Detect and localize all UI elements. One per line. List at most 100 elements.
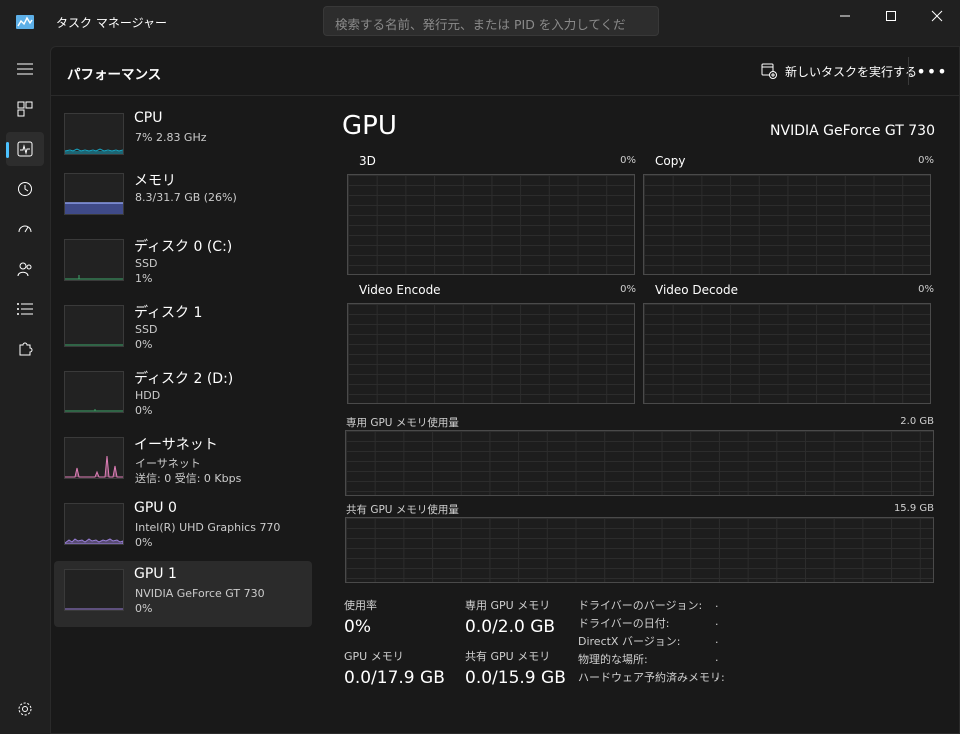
new-task-icon bbox=[761, 63, 777, 79]
maximize-button[interactable] bbox=[868, 0, 914, 32]
device-usage: 0% bbox=[135, 338, 153, 351]
device-item-disk1[interactable]: ディスク 1 SSD 0% bbox=[54, 297, 312, 363]
page-header: パフォーマンス 新しいタスクを実行する ••• bbox=[51, 47, 959, 96]
nav-details[interactable] bbox=[6, 292, 44, 326]
directx-version-value: . bbox=[715, 633, 719, 646]
minimize-button[interactable] bbox=[822, 0, 868, 32]
usage-value: 0% bbox=[344, 617, 371, 637]
ethernet-thumbnail-graph bbox=[64, 437, 124, 479]
engine-video-decode-percent: 0% bbox=[918, 284, 934, 295]
run-new-task-button[interactable]: 新しいタスクを実行する bbox=[753, 55, 925, 87]
gpu0-thumbnail-graph bbox=[64, 503, 124, 545]
run-new-task-label: 新しいタスクを実行する bbox=[785, 64, 918, 79]
engine-video-encode-graph bbox=[347, 303, 635, 404]
active-indicator bbox=[6, 142, 9, 158]
device-type: イーサネット bbox=[135, 457, 201, 470]
disk2-thumbnail-graph bbox=[64, 371, 124, 413]
device-usage: 1% bbox=[135, 272, 153, 285]
device-type: HDD bbox=[135, 389, 161, 402]
header-divider bbox=[908, 57, 909, 85]
services-puzzle-icon bbox=[19, 342, 33, 356]
processes-grid-icon bbox=[17, 101, 33, 117]
device-name: GPU 1 bbox=[134, 566, 177, 582]
users-icon bbox=[17, 262, 32, 277]
more-options-icon: ••• bbox=[916, 61, 948, 81]
engine-3d-graph bbox=[347, 174, 635, 275]
nav-app-history[interactable] bbox=[6, 172, 44, 206]
device-item-gpu1[interactable]: GPU 1 NVIDIA GeForce GT 730 0% bbox=[54, 561, 312, 627]
device-name: ディスク 1 bbox=[134, 305, 203, 321]
device-usage: 0% bbox=[135, 404, 153, 417]
task-manager-app-icon bbox=[16, 15, 34, 29]
engine-video-decode-label[interactable]: Video Decode bbox=[655, 283, 738, 297]
dedicated-gpu-memory-label: 専用 GPU メモリ bbox=[465, 599, 551, 612]
nav-performance[interactable] bbox=[6, 132, 44, 166]
device-name: ディスク 0 (C:) bbox=[134, 239, 233, 255]
device-type: SSD bbox=[135, 257, 158, 270]
nav-settings[interactable] bbox=[6, 692, 44, 726]
window-title: タスク マネージャー bbox=[56, 16, 167, 30]
usage-label: 使用率 bbox=[344, 599, 377, 612]
device-model: Intel(R) UHD Graphics 770 bbox=[135, 521, 281, 534]
search-input[interactable]: 検索する名前、発行元、または PID を入力してくだ bbox=[323, 6, 659, 36]
shared-gpu-memory-value: 0.0/15.9 GB bbox=[465, 668, 566, 688]
shared-memory-graph bbox=[345, 517, 934, 583]
driver-version-label: ドライバーのバージョン: bbox=[578, 599, 703, 612]
engine-copy-label[interactable]: Copy bbox=[655, 154, 685, 168]
more-options-button[interactable]: ••• bbox=[916, 57, 948, 85]
engine-copy-percent: 0% bbox=[918, 155, 934, 166]
shared-memory-max: 15.9 GB bbox=[893, 503, 934, 514]
engine-video-encode-percent: 0% bbox=[620, 284, 636, 295]
device-detail: 7% 2.83 GHz bbox=[135, 131, 207, 144]
device-item-memory[interactable]: メモリ 8.3/31.7 GB (26%) bbox=[54, 165, 312, 231]
gpu-memory-label: GPU メモリ bbox=[344, 650, 404, 663]
gpu-memory-value: 0.0/17.9 GB bbox=[344, 668, 445, 688]
close-icon bbox=[931, 10, 943, 22]
dedicated-memory-graph bbox=[345, 430, 934, 496]
device-item-disk2[interactable]: ディスク 2 (D:) HDD 0% bbox=[54, 363, 312, 429]
main-panel: パフォーマンス 新しいタスクを実行する ••• CPU 7% 2.83 GHz … bbox=[50, 46, 960, 734]
engine-copy-graph bbox=[643, 174, 931, 275]
device-item-cpu[interactable]: CPU 7% 2.83 GHz bbox=[54, 105, 312, 171]
physical-location-label: 物理的な場所: bbox=[578, 653, 648, 666]
hardware-reserved-memory-label: ハードウェア予約済みメモリ: bbox=[578, 671, 725, 684]
device-name: メモリ bbox=[134, 173, 176, 189]
nav-menu-button[interactable] bbox=[6, 52, 44, 86]
hamburger-menu-icon bbox=[17, 63, 33, 75]
minimize-icon bbox=[840, 15, 850, 17]
page-title: パフォーマンス bbox=[67, 67, 162, 83]
engine-3d-percent: 0% bbox=[620, 155, 636, 166]
engine-video-encode-label[interactable]: Video Encode bbox=[359, 283, 441, 297]
details-list-icon bbox=[17, 303, 33, 315]
close-button[interactable] bbox=[914, 0, 960, 32]
device-item-ethernet[interactable]: イーサネット イーサネット 送信: 0 受信: 0 Kbps bbox=[54, 429, 312, 495]
search-placeholder: 検索する名前、発行元、または PID を入力してくだ bbox=[335, 17, 626, 32]
nav-processes[interactable] bbox=[6, 92, 44, 126]
settings-gear-icon bbox=[18, 702, 32, 716]
device-type: SSD bbox=[135, 323, 158, 336]
dedicated-memory-max: 2.0 GB bbox=[900, 416, 934, 427]
detail-title: GPU bbox=[342, 111, 397, 141]
nav-users[interactable] bbox=[6, 252, 44, 286]
device-item-gpu0[interactable]: GPU 0 Intel(R) UHD Graphics 770 0% bbox=[54, 495, 312, 561]
cpu-thumbnail-graph bbox=[64, 113, 124, 155]
engine-3d-label[interactable]: 3D bbox=[359, 154, 376, 168]
device-name: ディスク 2 (D:) bbox=[134, 371, 234, 387]
nav-services[interactable] bbox=[6, 332, 44, 366]
device-name: イーサネット bbox=[134, 437, 218, 453]
left-navigation bbox=[0, 46, 50, 734]
engine-video-decode-graph bbox=[643, 303, 931, 404]
device-name: CPU bbox=[134, 110, 163, 126]
device-detail: 8.3/31.7 GB (26%) bbox=[135, 191, 237, 204]
title-bar: タスク マネージャー 検索する名前、発行元、または PID を入力してくだ bbox=[0, 0, 960, 46]
device-item-disk0[interactable]: ディスク 0 (C:) SSD 1% bbox=[54, 231, 312, 297]
hardware-reserved-memory-value: . bbox=[715, 669, 719, 682]
physical-location-value: . bbox=[715, 651, 719, 664]
device-model: NVIDIA GeForce GT 730 bbox=[135, 587, 265, 600]
driver-version-value: . bbox=[715, 597, 719, 610]
memory-thumbnail-graph bbox=[64, 173, 124, 215]
device-usage: 0% bbox=[135, 536, 153, 549]
device-usage: 0% bbox=[135, 602, 153, 615]
history-icon bbox=[18, 182, 32, 196]
nav-startup[interactable] bbox=[6, 212, 44, 246]
